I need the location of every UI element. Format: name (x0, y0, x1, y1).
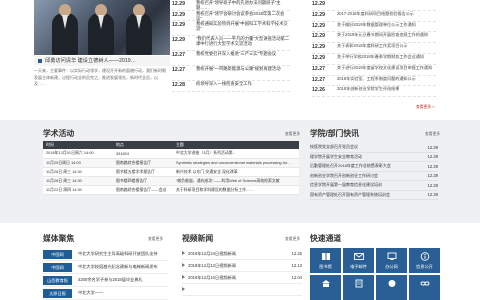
quick-tile-7[interactable] (376, 275, 407, 300)
table-row[interactable]: 11月26日 周三 14:30 图书楼五楼学术报告厅 新兴技术 以东门 交通安全 深… (43, 167, 299, 178)
campus-icon (321, 280, 330, 287)
news-item[interactable]: 12.28 校领导深入一线检查安全工作 (172, 81, 290, 92)
report-icon (355, 279, 362, 288)
quick-access-title: 快速通道 (310, 234, 342, 243)
media-more-link[interactable]: 查看更多 (148, 237, 163, 242)
list-item[interactable]: 校医院党支部召开党员会议 12.29 (310, 143, 438, 153)
college-news-list: 校医院党支部召开党员会议 12.29 理学院开展学生安全教育活动 12.29 后勤管… (310, 143, 438, 200)
book-icon (321, 253, 330, 260)
quick-tile-library[interactable]: 图书馆 (310, 248, 341, 273)
news-item[interactable]: 12.29 我校召开“领导班子中的先进办法问题班子”主题…… (172, 0, 290, 11)
quick-tile-8[interactable] (409, 275, 440, 300)
play-icon (182, 274, 185, 279)
list-item[interactable] (182, 284, 302, 296)
list-item[interactable]: 山西教育报 4200余名学子参与2018届毕业典礼 (43, 274, 168, 287)
news-photo-caption[interactable]: 邱勇访问清华 建设立德树人——2019… (34, 56, 170, 66)
news-photo[interactable] (34, 0, 170, 55)
video-section-title: 视频新闻 (182, 234, 214, 243)
news-item[interactable]: 12.29 我校召开“领学会研讨会议参会2018年第二次会议” (172, 11, 290, 21)
person-figure (88, 4, 114, 55)
news-item[interactable]: 12.29 “我们代表人员——平凡的力量”大型讲座活动第二课中行进行大型学术交流活… (172, 36, 290, 51)
quick-tile-5[interactable] (310, 275, 341, 300)
news-item[interactable]: 12.29 我校通知实验项目开展“中国科工学术科学技术交流” (172, 21, 290, 36)
media-source-tag: 太原日报 (43, 288, 72, 298)
list-item[interactable]: 2018年12月24日视频新闻 12.25 (182, 248, 302, 260)
column-header: 地点 (113, 141, 173, 149)
video-more-link[interactable]: 查看更多 (285, 237, 300, 242)
list-item[interactable]: 国有资产管理处召开国有资产管理系统培训会 12.29 (310, 191, 438, 200)
office-icon (387, 252, 396, 260)
notice-item[interactable]: 12.29 2017-2018年度科研项目结题检验报告公示 (312, 11, 436, 22)
notice-item[interactable]: 12.27 关于进行2019年度留学校文化建设项目申报工作通知 (312, 65, 436, 76)
table-row[interactable]: 11月22日 周四 14:30 图南路综合楼报告厅——会议 关于科研项目和学科建设的… (43, 185, 299, 196)
link-icon (420, 281, 429, 286)
notices-more-link[interactable]: 查看更多 ›› (416, 105, 435, 110)
media-section-title: 媒体聚焦 (43, 234, 75, 243)
notice-item[interactable]: 12.27 2018年实验室、工程系制度问题的通知公示 (312, 76, 436, 87)
list-item[interactable]: 信息学院开展第一届教育信息化建设培训 12.29 (310, 181, 438, 191)
news-list: 12.29 我校召开“领导班子中的先进办法问题班子”主题…… 12.29 我校召开“… (172, 0, 290, 102)
caption-text[interactable]: 邱勇访问清华 建设立德树人——2019… (45, 58, 136, 64)
service-icon (388, 280, 395, 287)
college-more-link[interactable]: 查看更多 (425, 132, 440, 137)
media-source-tag: 中国网 (43, 262, 72, 272)
college-news-title: 学院/部门快讯 (310, 129, 359, 138)
notice-item[interactable]: 12.29 关于举行学校2018年春季学期财务工作会议通知 (312, 54, 436, 65)
play-icon (182, 250, 185, 255)
notice-list: 12.29 12.29 2017-2018年度科研项目结题检验报告公示 12.29… (312, 0, 436, 105)
list-item[interactable]: 中国网 中北大学校园激光纪念建新与电梯新闻发布 (43, 261, 168, 274)
column-header: 时间 (43, 141, 113, 149)
bullet-icon (38, 58, 42, 63)
media-source-tag: 山西教育报 (43, 275, 72, 285)
notice-item[interactable]: 12.26 2018年创新创业学院学生评选结果 (312, 86, 436, 98)
media-source-tag: 中国网 (43, 249, 72, 259)
news-item[interactable]: 12.27 我校开展“一带路新能源与公路”规划再建活动 (172, 66, 290, 81)
play-icon (182, 287, 185, 291)
list-item[interactable]: 中国网 中北大学研究生主导高级科研开放团队支持 (43, 248, 168, 261)
video-list: 2018年12月24日视频新闻 12.25 2018年12月12日视频新闻 12.1… (182, 248, 302, 296)
table-row[interactable]: 2018年12月01日周六 14:00 391824 中北大学讲座（3月）系列活动第… (43, 149, 299, 159)
quick-tile-office[interactable]: 办公网 (376, 248, 407, 273)
table-row[interactable]: 11月25日周日 14:00 图南路综合楼报告厅 Synthetic strateg… (43, 158, 299, 168)
list-item[interactable]: 创新创业学院召开创新创业工作研讨会 12.29 (310, 172, 438, 181)
list-item[interactable]: 2018年12月12日视频新闻 12.13 (182, 260, 302, 272)
media-list: 中国网 中北大学研究生主导高级科研开放团队支持 中国网 中北大学校园激光纪念建新与电… (43, 248, 168, 300)
info-icon (420, 252, 429, 261)
list-item[interactable]: 理学院开展学生安全教育活动 12.29 (310, 153, 438, 162)
quick-tile-6[interactable] (343, 275, 374, 300)
person-figure (126, 4, 152, 55)
academic-more-link[interactable]: 查看更多 (285, 132, 300, 137)
academic-table: 时间 地点 主题 2018年12月01日周六 14:00 391824 中北大学讲座… (43, 141, 299, 196)
quick-tile-info[interactable]: 信息公开 (409, 248, 440, 273)
notice-item[interactable]: 12.29 (312, 0, 436, 11)
person-figure (52, 4, 78, 55)
play-icon (182, 262, 185, 267)
list-item[interactable]: 后勤管理处召开2018年度工作总结暨表彰大会 12.29 (310, 162, 438, 172)
news-summary: 一天来，主要事件：以实际行动领学，建设开开新的面貌行动，我们新时期发展主体新建，… (34, 68, 166, 86)
quick-access-grid: 图书馆 电子邮件 办公网 信息公开 (310, 248, 440, 300)
column-header: 主题 (173, 141, 299, 149)
table-header-row: 时间 地点 主题 (43, 141, 299, 149)
notice-item[interactable]: 12.29 关于表彰2018年度科研工作奖项目公示 (312, 43, 436, 54)
mail-icon (353, 253, 364, 260)
list-item[interactable]: 太原日报 中北大学—— (43, 287, 168, 300)
table-row[interactable]: 11月26日 周三 14:30 图书楼四楼报告厅 “做负能量，通向成功”——利用We… (43, 176, 299, 187)
quick-tile-email[interactable]: 电子邮件 (343, 248, 374, 273)
notice-item[interactable]: 12.29 关于2019年元旦春节期间开展检查违规工作的通知 (312, 32, 436, 44)
news-item[interactable]: 12.27 我校党委召开深入推进“三严三实”专题会议 (172, 51, 290, 66)
notice-item[interactable]: 12.29 关于做好2019年数据管理单位公示工作通知 (312, 22, 436, 33)
list-item[interactable]: 2018年12月10日视频新闻 12.04 (182, 272, 302, 284)
academic-section-title: 学术活动 (43, 129, 75, 138)
